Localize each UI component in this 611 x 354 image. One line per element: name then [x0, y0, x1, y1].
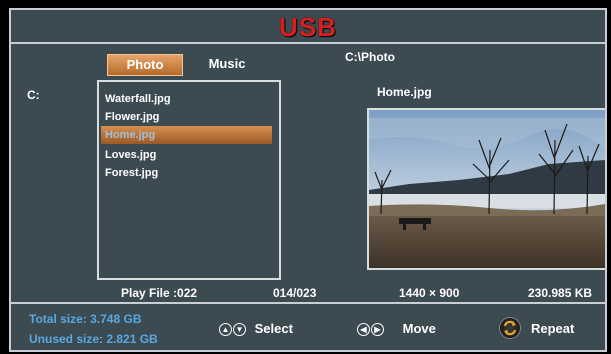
list-item[interactable]: Forest.jpg: [99, 164, 277, 182]
file-position: 014/023: [273, 286, 317, 300]
usb-media-browser: USB Photo Music C:\Photo C: Waterfall.jp…: [9, 8, 607, 352]
arrow-right-icon: ▶: [371, 323, 384, 336]
title-bar: USB: [11, 10, 605, 44]
select-hint: ▲ ▼ Select: [219, 321, 293, 336]
tab-photo[interactable]: Photo: [107, 54, 183, 76]
total-size: Total size: 3.748 GB: [29, 312, 142, 326]
tab-music[interactable]: Music: [197, 54, 257, 74]
arrow-down-icon: ▼: [233, 323, 246, 336]
select-label: Select: [254, 321, 293, 336]
arrow-up-icon: ▲: [219, 323, 232, 336]
divider: [11, 302, 605, 304]
arrow-left-icon: ◀: [357, 323, 370, 336]
file-list: Waterfall.jpg Flower.jpg Home.jpg Loves.…: [97, 80, 281, 280]
drive-label: C:: [27, 88, 40, 102]
repeat-label: Repeat: [531, 321, 575, 336]
unused-size: Unused size: 2.821 GB: [29, 332, 158, 346]
list-item[interactable]: Loves.jpg: [99, 146, 277, 164]
lake-landscape-photo: [369, 110, 605, 268]
page-title: USB: [279, 12, 337, 42]
list-item[interactable]: Flower.jpg: [99, 108, 277, 126]
list-item-selected[interactable]: Home.jpg: [101, 126, 272, 144]
file-size: 230.985 KB: [528, 286, 593, 300]
preview-image: [367, 108, 605, 270]
list-item[interactable]: Waterfall.jpg: [99, 90, 277, 108]
play-file-count: Play File :022: [121, 286, 198, 300]
current-path: C:\Photo: [345, 50, 395, 64]
move-hint: ◀ ▶ Move: [357, 321, 436, 336]
preview-filename: Home.jpg: [377, 85, 432, 99]
repeat-icon: [499, 317, 521, 339]
move-label: Move: [402, 321, 436, 336]
image-resolution: 1440 × 900: [399, 286, 460, 300]
